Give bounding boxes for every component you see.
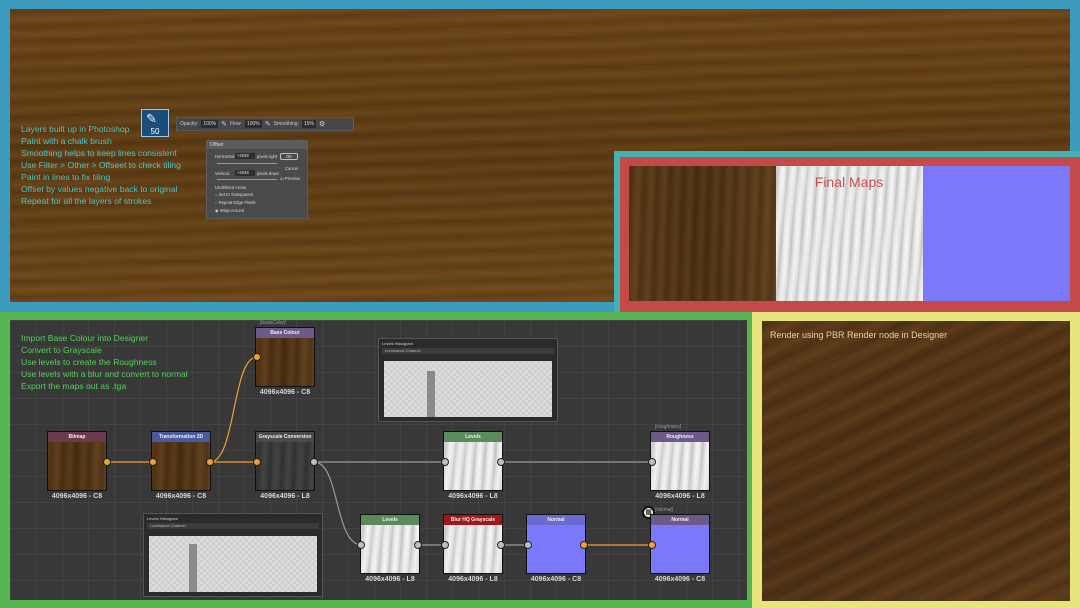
node-levels[interactable]: Levels — [443, 431, 503, 491]
node-size: 4096x4096 - C8 — [155, 493, 207, 500]
node-normal-output[interactable]: Normal — [650, 514, 710, 574]
node-size: 4096x4096 - C8 — [259, 389, 311, 396]
input-port[interactable] — [357, 541, 365, 549]
output-port[interactable] — [414, 541, 422, 549]
input-port[interactable] — [441, 458, 449, 466]
render-note: Render using PBR Render node in Designer — [770, 330, 948, 340]
input-port[interactable] — [253, 458, 261, 466]
node-normal[interactable]: Normal — [526, 514, 586, 574]
input-port[interactable] — [524, 541, 532, 549]
node-size: 4096x4096 - C8 — [51, 493, 103, 500]
node-thumbnail — [361, 525, 419, 573]
levels-histogram-bottom: Levels Histogram Luminance Channel — [143, 513, 323, 597]
histogram-plot — [384, 361, 552, 417]
node-thumbnail — [651, 442, 709, 490]
node-thumbnail — [256, 338, 314, 386]
input-port[interactable] — [648, 541, 656, 549]
node-size: 4096x4096 - L8 — [448, 493, 498, 500]
channel-dropdown[interactable]: Luminance Channel — [382, 348, 554, 354]
node-bitmap[interactable]: Bitmap — [47, 431, 107, 491]
node-base-colour[interactable]: Base Colour — [255, 327, 315, 387]
node-title: Normal — [527, 515, 585, 525]
input-port[interactable] — [149, 458, 157, 466]
node-size: 4096x4096 - L8 — [655, 493, 705, 500]
input-port[interactable] — [253, 353, 261, 361]
levels-histogram-top: Levels Histogram Luminance Channel — [378, 338, 558, 422]
node-title: Roughness — [651, 432, 709, 442]
input-port[interactable] — [648, 458, 656, 466]
node-tag: [baseColor] — [260, 320, 286, 326]
output-port[interactable] — [497, 458, 505, 466]
node-roughness-output[interactable]: Roughness — [650, 431, 710, 491]
output-port[interactable] — [310, 458, 318, 466]
node-title: Base Colour — [256, 328, 314, 338]
output-port[interactable] — [206, 458, 214, 466]
node-grayscale-conversion[interactable]: Grayscale Conversion — [255, 431, 315, 491]
output-port[interactable] — [103, 458, 111, 466]
node-size: 4096x4096 - C8 — [654, 576, 706, 583]
node-size: 4096x4096 - L8 — [260, 493, 310, 500]
node-thumbnail — [48, 442, 106, 490]
input-port[interactable] — [441, 541, 449, 549]
histogram-title: Levels Histogram — [382, 341, 413, 346]
node-title: Transformation 2D — [152, 432, 210, 442]
node-title: Normal — [651, 515, 709, 525]
channel-dropdown[interactable]: Luminance Channel — [147, 523, 319, 529]
node-thumbnail — [444, 442, 502, 490]
histogram-plot — [149, 536, 317, 592]
output-port[interactable] — [497, 541, 505, 549]
node-tag: [roughness] — [655, 424, 682, 430]
node-size: 4096x4096 - C8 — [530, 576, 582, 583]
node-size: 4096x4096 - L8 — [448, 576, 498, 583]
node-thumbnail — [256, 442, 314, 490]
node-tag: [normal] — [655, 507, 674, 513]
node-title: Grayscale Conversion — [256, 432, 314, 442]
node-title: Levels — [361, 515, 419, 525]
node-thumbnail — [651, 525, 709, 573]
histogram-peak — [189, 544, 197, 592]
node-title: Bitmap — [48, 432, 106, 442]
node-blur-hq-grayscale[interactable]: Blur HQ Grayscale — [443, 514, 503, 574]
node-title: Levels — [444, 432, 502, 442]
histogram-title: Levels Histogram — [147, 516, 178, 521]
pbr-render-viewport[interactable] — [762, 321, 1070, 601]
node-transformation-2d[interactable]: Transformation 2D — [151, 431, 211, 491]
node-levels-2[interactable]: Levels — [360, 514, 420, 574]
node-size: 4096x4096 - L8 — [365, 576, 415, 583]
wire-transform-basecolour — [209, 356, 258, 463]
node-thumbnail — [152, 442, 210, 490]
node-thumbnail — [444, 525, 502, 573]
histogram-peak — [427, 371, 435, 417]
node-title: Blur HQ Grayscale — [444, 515, 502, 525]
node-thumbnail — [527, 525, 585, 573]
output-port[interactable] — [580, 541, 588, 549]
